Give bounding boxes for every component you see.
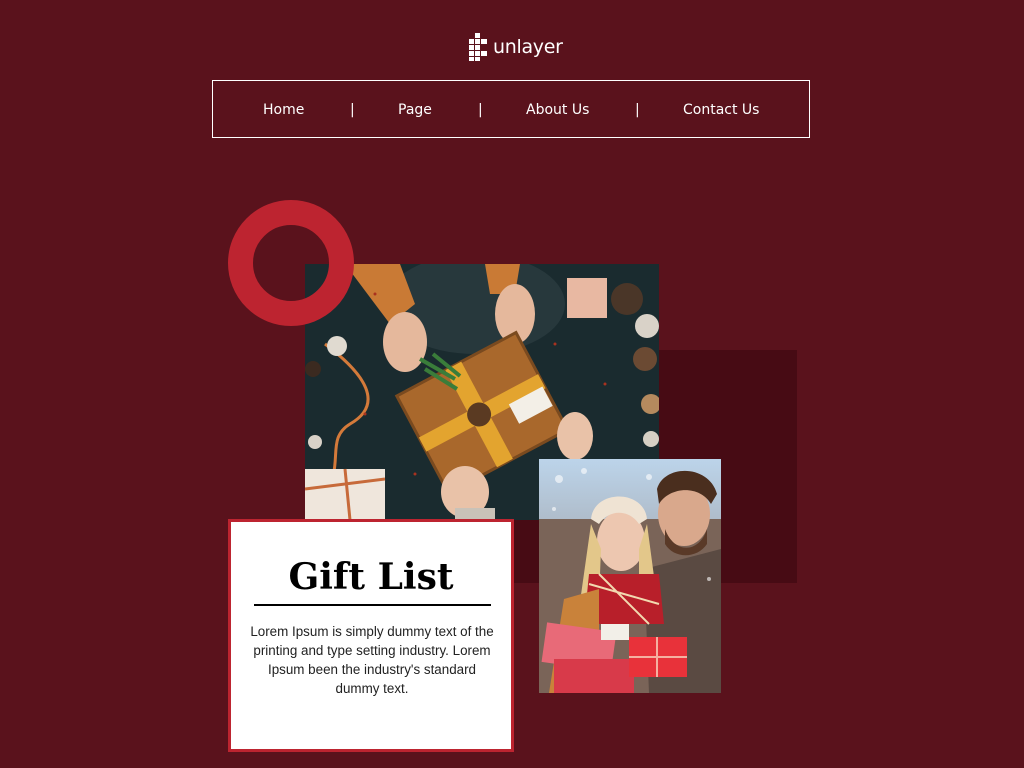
nav-separator: |	[350, 102, 355, 118]
nav-link-home[interactable]: Home	[263, 81, 304, 139]
couple-photo-illustration	[539, 459, 721, 693]
brand-logo[interactable]: unlayer	[469, 33, 563, 61]
card-title: Gift List	[288, 556, 454, 598]
nav-link-contact-us[interactable]: Contact Us	[683, 81, 759, 139]
card-body-text: Lorem Ipsum is simply dummy text of the …	[250, 624, 494, 696]
nav-link-about-us[interactable]: About Us	[526, 81, 589, 139]
couple-with-christmas-gifts-photo	[539, 459, 721, 693]
brand-name: unlayer	[493, 36, 563, 58]
nav-separator: |	[478, 102, 483, 118]
main-nav: Home | Page | About Us | Contact Us	[212, 80, 810, 138]
nav-link-page[interactable]: Page	[398, 81, 432, 139]
unlayer-logo-icon	[469, 33, 489, 61]
decorative-ring	[228, 200, 354, 326]
nav-separator: |	[635, 102, 640, 118]
email-page: unlayer Home | Page | About Us | Contact…	[0, 0, 1024, 768]
gift-list-card: Gift List Lorem Ipsum is simply dummy te…	[228, 519, 514, 752]
title-divider	[254, 604, 491, 606]
